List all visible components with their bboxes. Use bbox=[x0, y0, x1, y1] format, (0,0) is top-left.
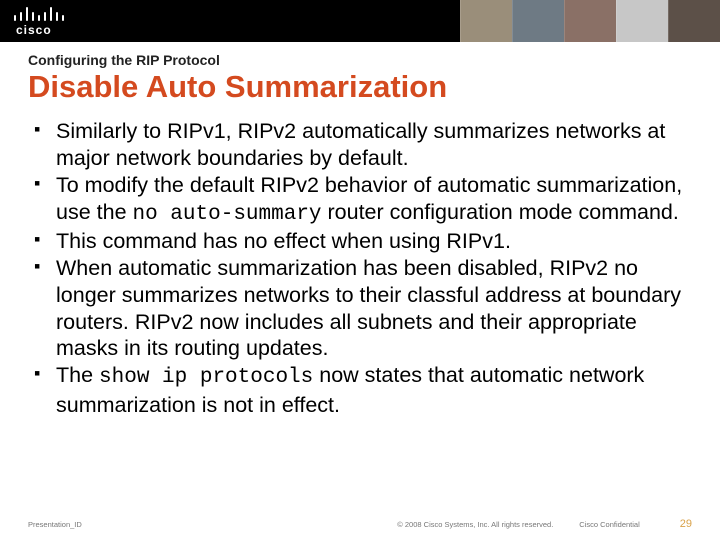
bullet-item: To modify the default RIPv2 behavior of … bbox=[56, 172, 692, 228]
header-photo bbox=[564, 0, 616, 42]
logo-text: cisco bbox=[16, 23, 52, 37]
page-number: 29 bbox=[680, 518, 692, 530]
bullet-item: Similarly to RIPv1, RIPv2 automatically … bbox=[56, 118, 692, 172]
bullet-item: The show ip protocols now states that au… bbox=[56, 362, 692, 418]
header-photo bbox=[512, 0, 564, 42]
bullet-text: The bbox=[56, 363, 99, 387]
cisco-logo: cisco bbox=[0, 0, 90, 42]
header-photo bbox=[460, 0, 512, 42]
slide-title: Disable Auto Summarization bbox=[28, 70, 692, 104]
header-photo bbox=[668, 0, 720, 42]
header-photo bbox=[616, 0, 668, 42]
bullet-text: This command has no effect when using RI… bbox=[56, 229, 511, 253]
inline-code: show ip protocols bbox=[99, 366, 313, 389]
slide-footer: Presentation_ID © 2008 Cisco Systems, In… bbox=[0, 518, 720, 530]
presentation-id: Presentation_ID bbox=[28, 520, 82, 529]
top-bar: cisco bbox=[0, 0, 720, 42]
inline-code: no auto-summary bbox=[133, 203, 322, 226]
content-area: Configuring the RIP Protocol Disable Aut… bbox=[0, 42, 720, 540]
bullet-text: Similarly to RIPv1, RIPv2 automatically … bbox=[56, 119, 665, 170]
slide-kicker: Configuring the RIP Protocol bbox=[28, 52, 692, 68]
bullet-list: Similarly to RIPv1, RIPv2 automatically … bbox=[28, 118, 692, 418]
bullet-item: This command has no effect when using RI… bbox=[56, 228, 692, 255]
header-photo-strip bbox=[460, 0, 720, 42]
copyright-text: © 2008 Cisco Systems, Inc. All rights re… bbox=[397, 520, 553, 529]
bullet-text: When automatic summarization has been di… bbox=[56, 256, 681, 361]
confidential-label: Cisco Confidential bbox=[579, 520, 639, 529]
slide: cisco Configuring the RIP Protocol Disab… bbox=[0, 0, 720, 540]
bullet-text: router configuration mode command. bbox=[322, 200, 679, 224]
bullet-item: When automatic summarization has been di… bbox=[56, 255, 692, 363]
